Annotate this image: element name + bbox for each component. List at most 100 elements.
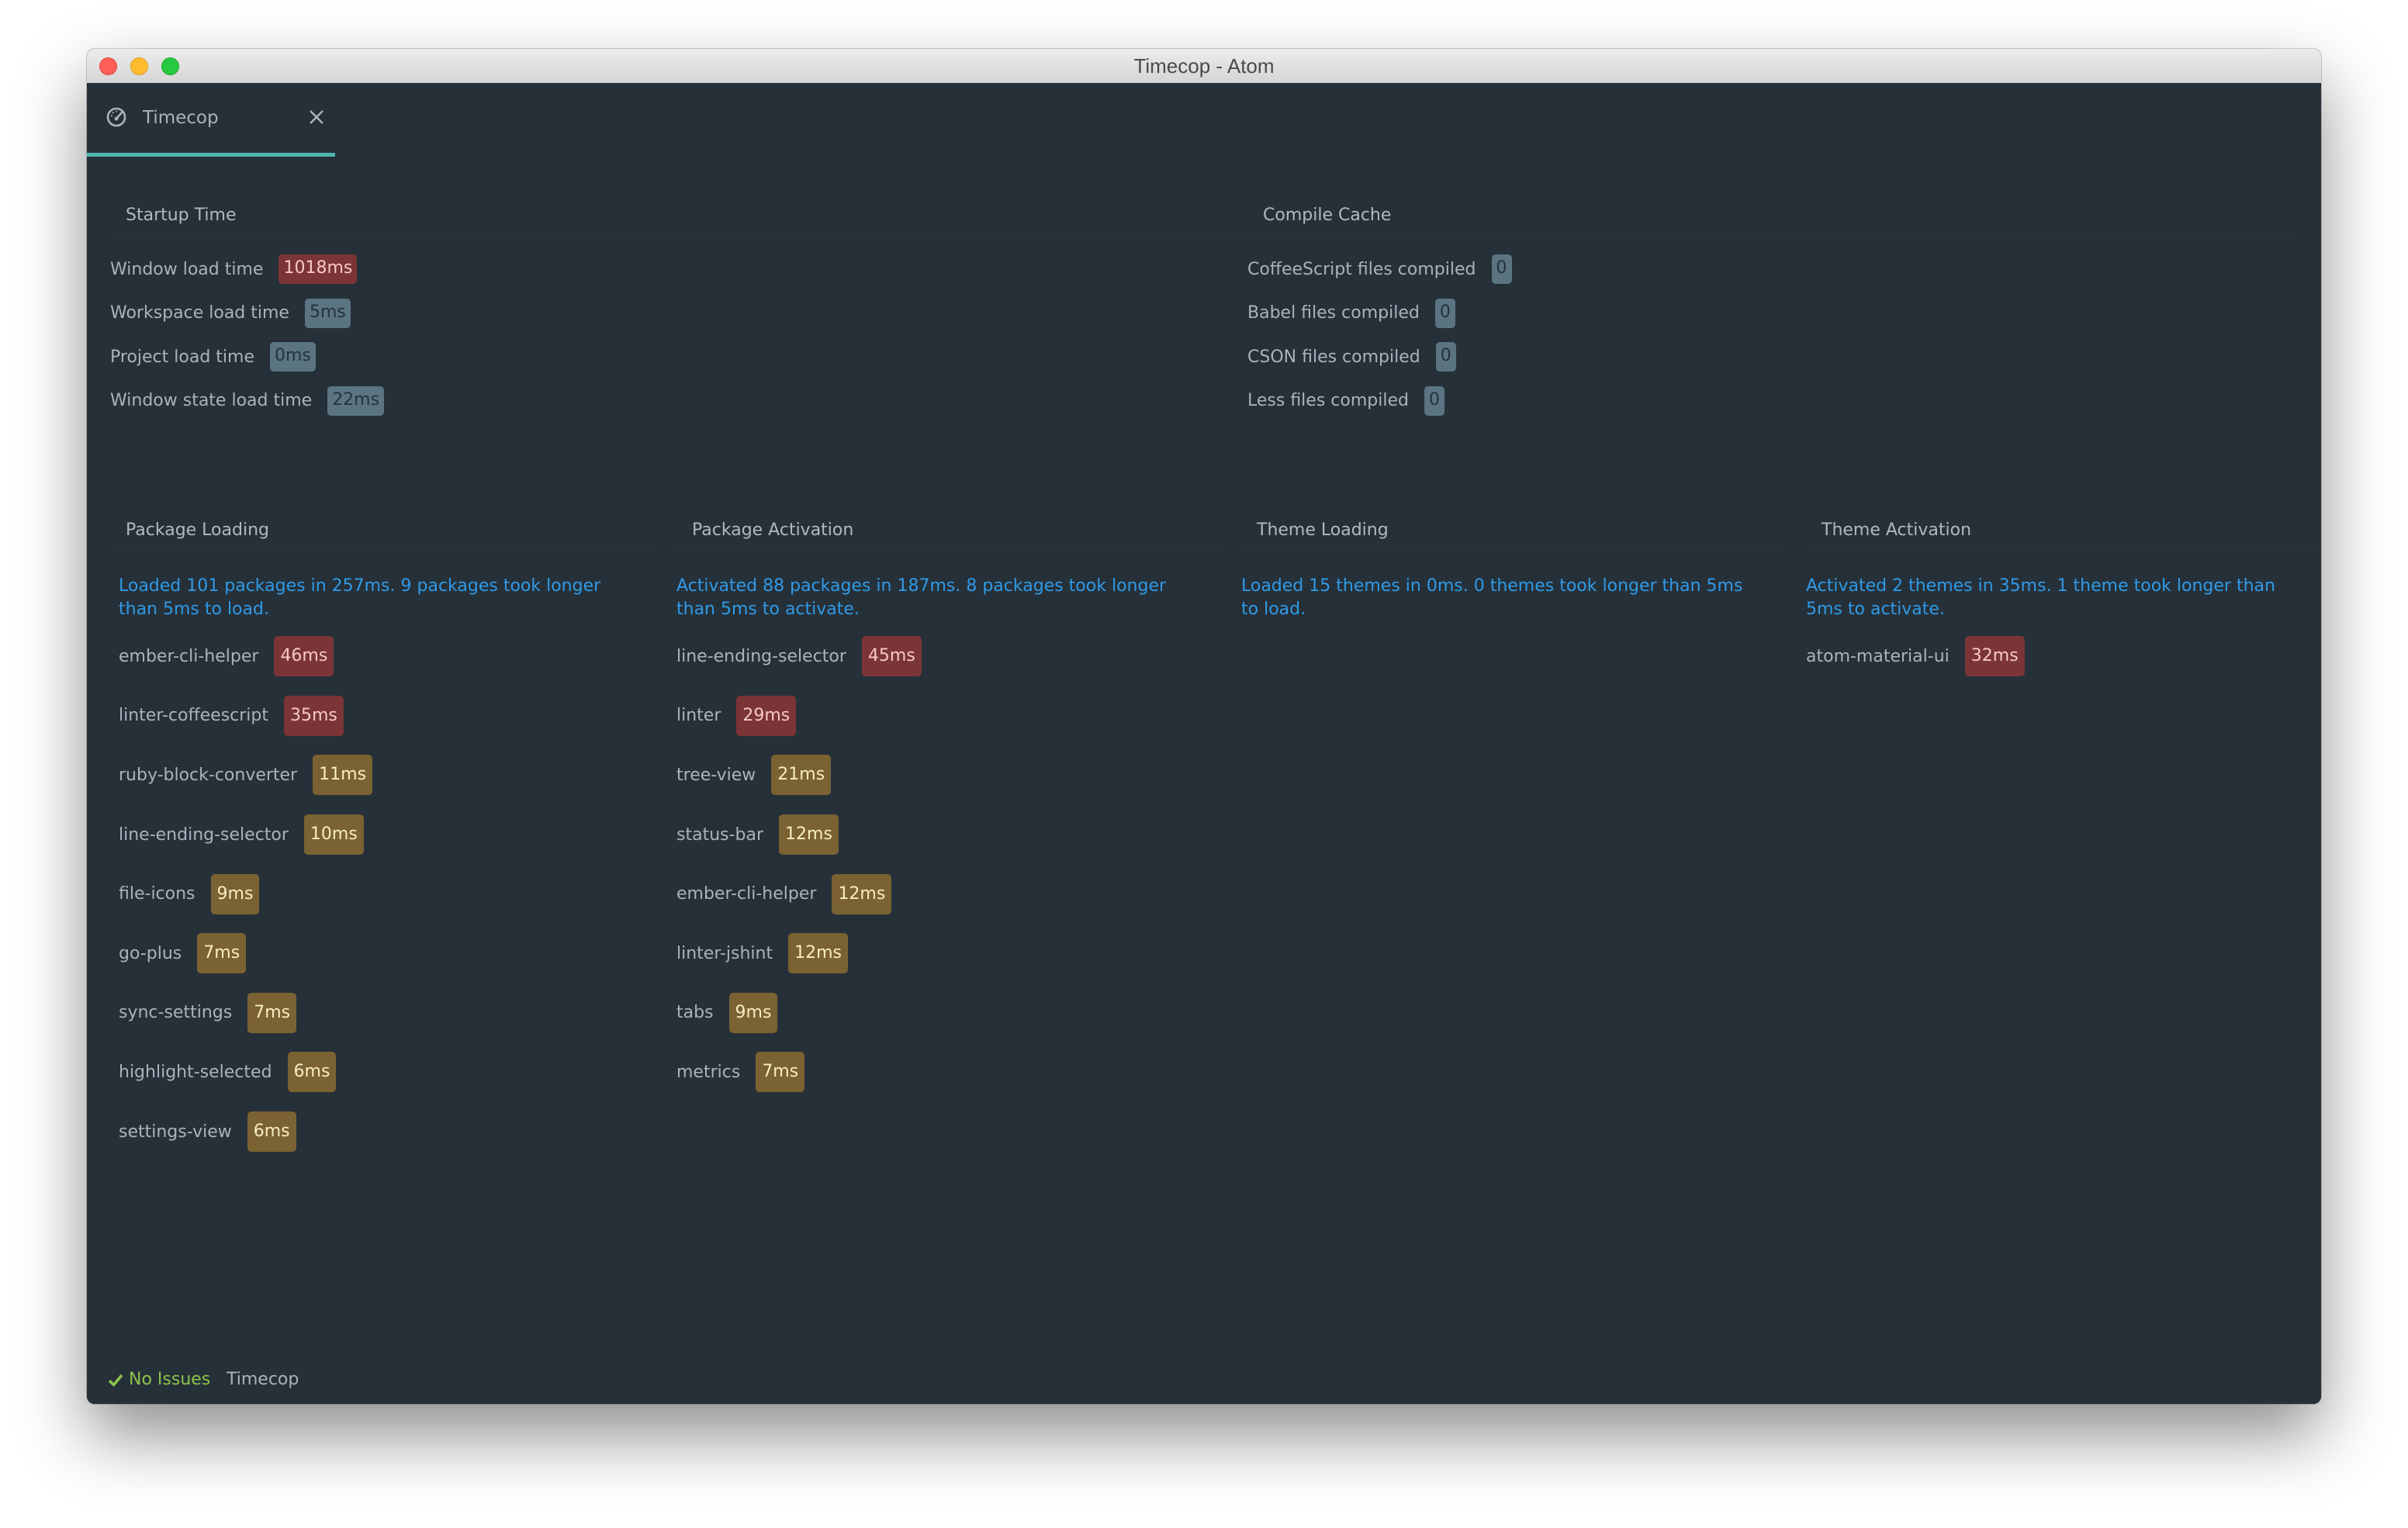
section-title: Compile Cache [1227,159,2298,237]
timing-badge: 0 [1424,385,1444,416]
timing-row: Babel files compiled 0 [1247,292,2298,336]
tab-timecop[interactable]: Timecop [87,83,335,159]
timing-row: settings-view 6ms [119,1102,653,1162]
timing-label: settings-view [119,1122,232,1142]
timing-label: Less files compiled [1247,391,1409,411]
timing-badge: 7ms [247,992,297,1033]
timing-row: tree-view 21ms [676,745,1220,805]
linter-status[interactable]: No Issues [107,1368,210,1391]
timing-row: ember-cli-helper 12ms [676,864,1220,924]
timing-badge: 0 [1491,254,1512,285]
timing-label: linter-jshint [676,943,773,963]
timing-badge: 35ms [284,695,344,736]
timing-label: metrics [676,1062,741,1082]
timing-badge: 10ms [303,814,364,856]
timing-row: Window load time 1018ms [110,247,1227,292]
timing-label: tree-view [676,765,756,785]
section-summary: Activated 88 packages in 187ms. 8 packag… [676,576,1167,619]
theme-loading-section: Theme Loading Loaded 15 themes in 0ms. 0… [1241,474,1784,627]
timing-row: ember-cli-helper 46ms [119,627,653,686]
timing-label: Project load time [110,347,254,367]
timing-row: file-icons 9ms [119,864,653,924]
section-summary: Activated 2 themes in 35ms. 1 theme took… [1806,576,2275,619]
window-title: Timecop - Atom [1133,54,1275,78]
timing-badge: 46ms [274,636,334,677]
timing-badge: 9ms [210,873,260,914]
theme-activation-section: Theme Activation Activated 2 themes in 3… [1806,474,2321,686]
section-summary: Loaded 15 themes in 0ms. 0 themes took l… [1241,576,1743,619]
status-bar: No Issues Timecop [87,1359,2321,1404]
timing-label: Window load time [110,259,264,279]
section-title: Theme Loading [1241,474,1784,551]
timing-badge: 12ms [788,933,848,974]
timing-row: metrics 7ms [676,1042,1220,1102]
timing-row: CoffeeScript files compiled 0 [1247,247,2298,292]
timing-badge: 12ms [832,873,892,914]
timing-badge: 11ms [313,755,373,796]
active-item-name[interactable]: Timecop [227,1368,299,1391]
timing-label: linter-coffeescript [119,706,268,726]
timing-label: status-bar [676,824,764,845]
timing-row: status-bar 12ms [676,805,1220,865]
timing-row: Window state load time 22ms [110,379,1227,423]
timing-badge: 45ms [861,636,922,677]
timing-label: CSON files compiled [1247,347,1420,367]
timing-badge: 7ms [197,933,247,974]
timing-label: ember-cli-helper [119,646,259,666]
timing-badge: 9ms [728,992,778,1033]
timing-label: ember-cli-helper [676,884,817,904]
section-summary: Loaded 101 packages in 257ms. 9 packages… [119,576,601,619]
timing-label: Window state load time [110,391,313,411]
timing-row: ruby-block-converter 11ms [119,745,653,805]
timing-label: sync-settings [119,1003,233,1023]
tab-bar: Timecop [87,83,2321,159]
timing-badge: 21ms [771,755,832,796]
check-icon [108,1374,123,1387]
timing-label: atom-material-ui [1806,646,1950,666]
timing-label: line-ending-selector [119,824,289,845]
timing-badge: 1018ms [279,254,358,285]
title-bar: Timecop - Atom [87,49,2321,84]
timing-badge: 0 [1434,298,1455,328]
close-icon[interactable] [306,106,327,128]
timing-label: go-plus [119,943,182,963]
timing-row: linter 29ms [676,686,1220,746]
dashboard-icon [106,106,127,128]
tab-title: Timecop [143,108,219,128]
compile-cache-section: Compile Cache CoffeeScript files compile… [1227,159,2298,423]
timing-badge: 0ms [269,342,316,372]
timing-label: Babel files compiled [1247,303,1420,323]
timing-row: line-ending-selector 10ms [119,805,653,865]
timing-row: Less files compiled 0 [1247,379,2298,423]
section-title: Package Activation [676,474,1220,551]
timing-label: tabs [676,1003,714,1023]
active-tab-indicator [87,153,335,157]
package-activation-section: Package Activation Activated 88 packages… [676,474,1220,1102]
timing-row: highlight-selected 6ms [119,1042,653,1102]
timing-badge: 29ms [736,695,797,736]
timing-row: linter-jshint 12ms [676,924,1220,984]
timing-row: tabs 9ms [676,984,1220,1043]
timing-label: line-ending-selector [676,646,846,666]
timing-row: Workspace load time 5ms [110,292,1227,336]
linter-status-label: No Issues [129,1370,211,1389]
timing-badge: 0 [1435,342,1456,372]
timing-row: go-plus 7ms [119,924,653,984]
timecop-panel: Startup Time Window load time 1018ms Works… [87,159,2321,1359]
timing-row: Project load time 0ms [110,335,1227,379]
timing-label: highlight-selected [119,1062,272,1082]
timing-row: CSON files compiled 0 [1247,335,2298,379]
timing-row: line-ending-selector 45ms [676,627,1220,686]
timing-row: linter-coffeescript 35ms [119,686,653,746]
timing-badge: 22ms [327,385,385,416]
section-title: Startup Time [110,159,1227,237]
package-loading-section: Package Loading Loaded 101 packages in 2… [110,474,653,1161]
timing-label: file-icons [119,884,195,904]
timing-label: linter [676,706,721,726]
timing-badge: 12ms [779,814,839,856]
section-title: Theme Activation [1806,474,2321,551]
startup-time-section: Startup Time Window load time 1018ms Works… [110,159,1227,423]
timing-badge: 7ms [756,1052,805,1093]
timing-badge: 5ms [304,298,351,328]
timing-badge: 6ms [247,1111,296,1153]
